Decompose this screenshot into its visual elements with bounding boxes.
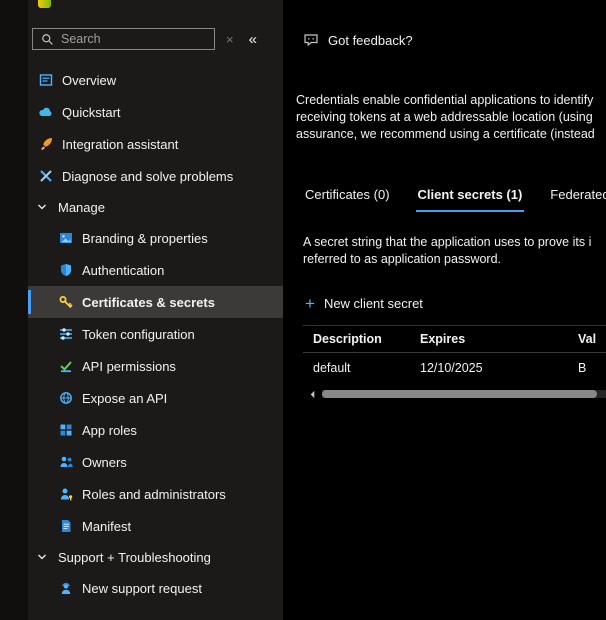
chevron-down-icon [36,551,48,563]
group-support-troubleshooting[interactable]: Support + Troubleshooting [28,542,283,572]
secrets-table: Description Expires Val default 12/10/20… [303,325,606,383]
pivot-tabs: Certificates (0) Client secrets (1) Fede… [303,187,606,212]
token-configuration-icon [58,326,74,342]
cell-value: B [578,361,606,375]
tab-client-secrets[interactable]: Client secrets (1) [416,187,525,212]
tab-federated-credentials[interactable]: Federated [548,187,606,212]
sidebar-item-authentication[interactable]: Authentication [28,254,283,286]
new-client-secret-button[interactable]: + New client secret [305,296,606,311]
search-icon [39,31,55,47]
sidebar-item-label: Diagnose and solve problems [62,169,233,184]
new-client-secret-label: New client secret [324,296,423,311]
sidebar-item-branding-properties[interactable]: Branding & properties [28,222,283,254]
intro-line: assurance, we recommend using a certific… [296,126,606,143]
authentication-icon [58,262,74,278]
quickstart-icon [38,104,54,120]
group-label: Manage [58,200,105,215]
resource-nav: Overview Quickstart Integration assistan… [28,64,283,604]
group-label: Support + Troubleshooting [58,550,211,565]
horizontal-scrollbar[interactable] [306,388,606,400]
sidebar-search-row: × « [32,28,277,50]
sidebar-item-label: App roles [82,423,137,438]
plus-icon: + [305,298,315,310]
sidebar-item-label: Branding & properties [82,231,208,246]
sidebar-item-label: Token configuration [82,327,195,342]
chevron-down-icon [36,201,48,213]
scroll-left-icon[interactable] [306,388,319,400]
clear-search-icon[interactable]: × [226,32,234,47]
diagnose-icon [38,168,54,184]
sidebar-item-token-configuration[interactable]: Token configuration [28,318,283,350]
support-request-icon [58,580,74,596]
sidebar-item-quickstart[interactable]: Quickstart [28,96,283,128]
cell-expires: 12/10/2025 [420,361,578,375]
sidebar-item-label: Certificates & secrets [82,295,215,310]
certificates-icon [58,294,74,310]
search-input[interactable] [61,32,208,46]
overview-icon [38,72,54,88]
sidebar-item-manifest[interactable]: Manifest [28,510,283,542]
sidebar-item-expose-an-api[interactable]: Expose an API [28,382,283,414]
intro-line: Credentials enable confidential applicat… [296,92,606,109]
expose-api-icon [58,390,74,406]
sidebar-item-overview[interactable]: Overview [28,64,283,96]
sidebar-item-label: Roles and administrators [82,487,226,502]
sidebar-item-label: Integration assistant [62,137,178,152]
certificates-secrets-blade: Got feedback? Credentials enable confide… [283,0,606,620]
feedback-icon [303,32,319,48]
sidebar-item-roles-administrators[interactable]: Roles and administrators [28,478,283,510]
tab-certificates[interactable]: Certificates (0) [303,187,392,212]
client-secret-description: A secret string that the application use… [303,234,606,268]
sidebar-item-integration-assistant[interactable]: Integration assistant [28,128,283,160]
api-permissions-icon [58,358,74,374]
app-icon-fragment [38,0,51,8]
got-feedback-label: Got feedback? [328,33,413,48]
sidebar-item-new-support-request[interactable]: New support request [28,572,283,604]
sidebar-item-app-roles[interactable]: App roles [28,414,283,446]
manifest-icon [58,518,74,534]
roles-administrators-icon [58,486,74,502]
table-header-row: Description Expires Val [303,325,606,353]
group-manage[interactable]: Manage [28,192,283,222]
owners-icon [58,454,74,470]
cell-description: default [303,361,420,375]
header-value: Val [578,332,606,346]
search-box[interactable] [32,28,215,50]
sidebar-item-diagnose[interactable]: Diagnose and solve problems [28,160,283,192]
got-feedback-link[interactable]: Got feedback? [303,32,606,48]
resource-menu-sidebar: × « Overview Quickstart Integration assi… [28,0,283,620]
sidebar-item-label: API permissions [82,359,176,374]
sidebar-item-label: New support request [82,581,202,596]
sidebar-item-label: Authentication [82,263,164,278]
sidebar-item-label: Overview [62,73,116,88]
left-edge-panel [0,0,28,620]
sidebar-item-owners[interactable]: Owners [28,446,283,478]
sidebar-item-api-permissions[interactable]: API permissions [28,350,283,382]
app-roles-icon [58,422,74,438]
credentials-intro-text: Credentials enable confidential applicat… [296,92,606,143]
collapse-menu-icon[interactable]: « [249,31,256,48]
table-row[interactable]: default 12/10/2025 B [303,353,606,383]
branding-icon [58,230,74,246]
scrollbar-thumb[interactable] [322,390,597,398]
intro-line: receiving tokens at a web addressable lo… [296,109,606,126]
sidebar-item-label: Manifest [82,519,131,534]
sidebar-item-label: Quickstart [62,105,121,120]
integration-assistant-icon [38,136,54,152]
header-description: Description [303,332,420,346]
sidebar-item-label: Expose an API [82,391,167,406]
desc-line: A secret string that the application use… [303,234,606,251]
sidebar-item-label: Owners [82,455,127,470]
header-expires: Expires [420,332,578,346]
scrollbar-track[interactable] [322,390,606,398]
desc-line: referred to as application password. [303,251,606,268]
sidebar-item-certificates-secrets[interactable]: Certificates & secrets [28,286,283,318]
